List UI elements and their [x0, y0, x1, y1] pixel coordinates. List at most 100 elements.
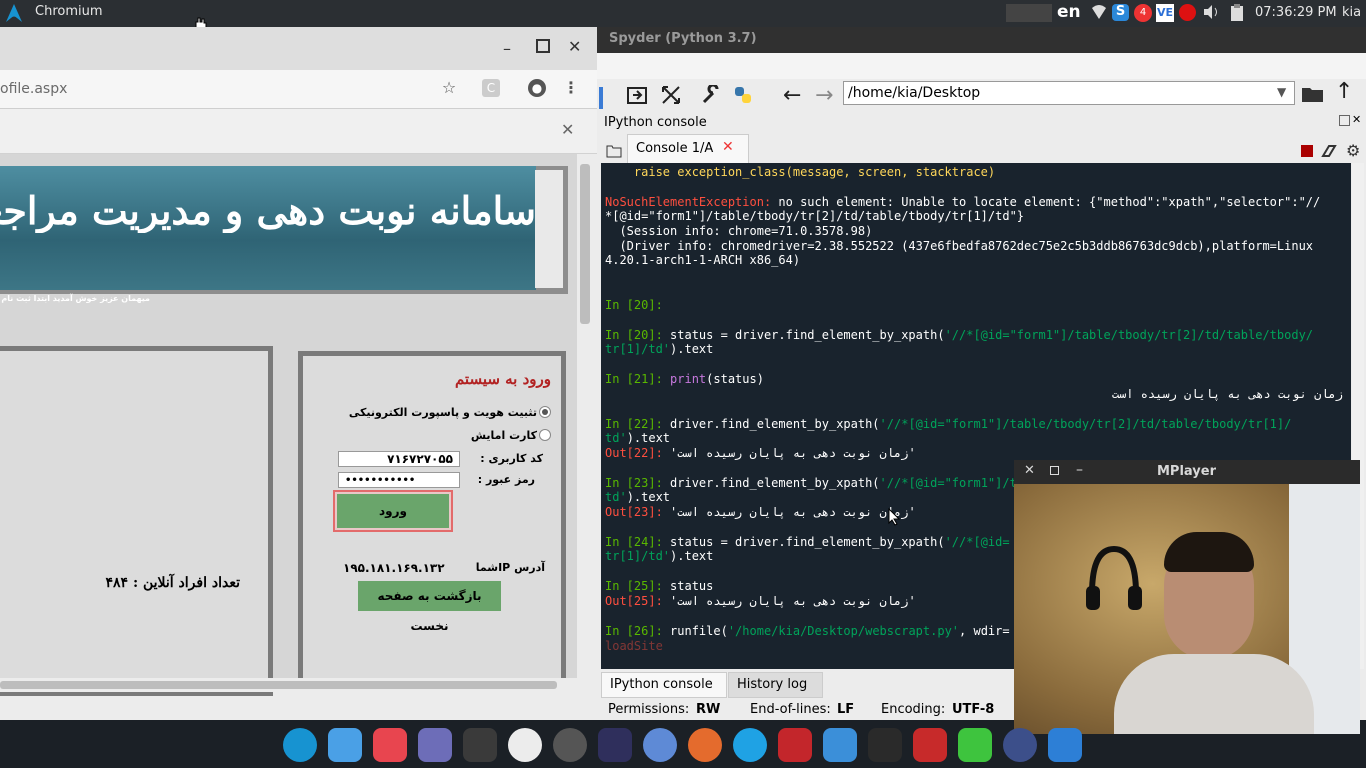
- profile-icon[interactable]: ●: [528, 79, 546, 97]
- dota-icon[interactable]: [913, 728, 947, 762]
- console-line: In [22]: driver.find_element_by_xpath('/…: [605, 417, 1291, 431]
- bookmark-star-icon[interactable]: ☆: [440, 79, 458, 97]
- option-card-radio[interactable]: [539, 429, 551, 441]
- record-tray-icon[interactable]: [1179, 4, 1196, 21]
- console-tab[interactable]: Console 1/A ✕: [627, 134, 749, 163]
- clipboard-icon[interactable]: [1230, 4, 1244, 22]
- person-hair: [1164, 532, 1254, 572]
- maximize-icon[interactable]: [536, 39, 550, 53]
- mplayer-maximize-icon[interactable]: [1050, 466, 1059, 475]
- arch-logo-icon[interactable]: [6, 4, 22, 22]
- console-tab-close-icon[interactable]: ✕: [722, 139, 734, 155]
- console-output: 'زمان نوبت دهی به پایان رسیده است': [662, 594, 916, 608]
- console-line: In [26]: runfile('/home/kia/Desktop/webs…: [605, 624, 1010, 638]
- console-prompt: In [22]:: [605, 417, 663, 431]
- infobar: ✕: [0, 109, 597, 154]
- browse-tabs-icon[interactable]: [606, 144, 622, 158]
- forward-arrow-icon[interactable]: →: [815, 83, 833, 108]
- top-panel: Chromium en S 4 VE 07:36:29 PM kia: [0, 0, 1366, 31]
- atom-icon[interactable]: [508, 728, 542, 762]
- menu-kebab-icon[interactable]: ⋮: [562, 79, 580, 97]
- skype-icon[interactable]: [733, 728, 767, 762]
- url-input[interactable]: ofile.aspx: [0, 81, 67, 97]
- close-icon[interactable]: ✕: [568, 37, 581, 56]
- path-dropdown-icon[interactable]: ▼: [1277, 85, 1286, 99]
- vpn-tray-icon[interactable]: VE: [1156, 4, 1174, 22]
- console-line: raise exception_class(message, screen, s…: [605, 165, 996, 179]
- login-button-frame: ورود: [333, 490, 453, 532]
- console-line: In [24]: status = driver.find_element_by…: [605, 535, 1010, 549]
- clear-console-icon[interactable]: [1321, 144, 1337, 158]
- clock[interactable]: 07:36:29 PM: [1255, 5, 1337, 23]
- code-string: td': [605, 431, 627, 445]
- pdf-reader-icon[interactable]: [778, 728, 812, 762]
- spyder-titlebar[interactable]: Spyder (Python 3.7): [597, 27, 1366, 53]
- network-tool-icon[interactable]: [553, 728, 587, 762]
- mplayer-minimize-icon[interactable]: –: [1076, 462, 1083, 478]
- parent-directory-icon[interactable]: ↑: [1335, 79, 1353, 104]
- python-path-icon[interactable]: [733, 85, 753, 105]
- mplayer-titlebar[interactable]: ✕ – MPlayer: [1014, 460, 1360, 484]
- mouse-cursor-icon: [888, 508, 901, 526]
- headphones-icon: [1086, 545, 1142, 610]
- page-horizontal-scrollbar[interactable]: [0, 678, 577, 692]
- skype-tray-icon[interactable]: S: [1112, 4, 1129, 21]
- console-line: NoSuchElementException: no such element:…: [605, 195, 1320, 209]
- terminal-icon[interactable]: [463, 728, 497, 762]
- wifi-icon[interactable]: [1091, 4, 1107, 22]
- tab-history-log[interactable]: History log: [728, 672, 823, 698]
- code: , wdir=: [959, 624, 1010, 638]
- mplayer-window: ✕ – MPlayer: [1014, 460, 1360, 734]
- login-button[interactable]: ورود: [337, 494, 449, 528]
- console-line: td').text: [605, 490, 670, 504]
- user-name[interactable]: kia: [1342, 5, 1361, 23]
- camera-icon[interactable]: [1048, 728, 1082, 762]
- active-window-title: Chromium: [35, 4, 103, 19]
- arch-launcher-icon[interactable]: [283, 728, 317, 762]
- file-manager-icon[interactable]: [418, 728, 452, 762]
- fullscreen-icon[interactable]: [661, 85, 681, 105]
- undock-pane-icon[interactable]: [1339, 115, 1350, 126]
- console-options-gear-icon[interactable]: ⚙: [1346, 141, 1360, 160]
- mplayer-close-icon[interactable]: ✕: [1024, 463, 1035, 478]
- tab-ipython-console[interactable]: IPython console: [601, 672, 727, 698]
- page-vertical-scrollbar[interactable]: [578, 154, 592, 678]
- mail-icon[interactable]: [373, 728, 407, 762]
- encoding-value: UTF-8: [952, 702, 995, 717]
- back-arrow-icon[interactable]: ←: [783, 83, 801, 108]
- preferences-wrench-icon[interactable]: [701, 85, 721, 105]
- working-directory-input[interactable]: /home/kia/Desktop: [843, 81, 1295, 105]
- notification-badge[interactable]: 4: [1134, 4, 1152, 22]
- document-editor-icon[interactable]: [823, 728, 857, 762]
- toggle-switch-icon[interactable]: [958, 728, 992, 762]
- media-player-icon[interactable]: [1003, 728, 1037, 762]
- console-line: In [25]: status: [605, 579, 713, 593]
- browse-folder-icon[interactable]: [1301, 85, 1325, 103]
- username-field[interactable]: ۷۱۶۷۲۷۰۵۵: [338, 451, 460, 467]
- close-pane-icon[interactable]: ✕: [1352, 113, 1361, 126]
- chromium-titlebar[interactable]: – ✕: [0, 27, 597, 70]
- keyboard-layout[interactable]: en: [1057, 2, 1081, 22]
- firefox-icon[interactable]: [688, 728, 722, 762]
- option-electronic-id-radio[interactable]: [539, 406, 551, 418]
- volume-icon[interactable]: [1203, 4, 1221, 22]
- console-prompt: In [23]:: [605, 476, 663, 490]
- eol-label: End-of-lines:: [750, 702, 831, 717]
- back-home-button[interactable]: بازگشت به صفحه نخست: [358, 581, 501, 633]
- code: status: [662, 579, 714, 593]
- infobar-close-icon[interactable]: ✕: [561, 120, 574, 139]
- extension-icon[interactable]: C: [482, 79, 500, 97]
- calculator-icon[interactable]: [328, 728, 362, 762]
- password-field[interactable]: •••••••••••: [338, 472, 460, 488]
- error-name: NoSuchElementException:: [605, 195, 772, 209]
- settings-tools-icon[interactable]: [868, 728, 902, 762]
- console-prompt: In [21]:: [605, 372, 663, 386]
- stop-kernel-icon[interactable]: [1301, 145, 1313, 157]
- maximize-pane-icon[interactable]: [627, 85, 647, 105]
- chromium-icon[interactable]: [643, 728, 677, 762]
- vscode-icon[interactable]: [598, 728, 632, 762]
- console-out-prompt: Out[23]:: [605, 505, 663, 519]
- tray-graph-icon[interactable]: [1006, 4, 1052, 22]
- minimize-icon[interactable]: –: [503, 39, 511, 58]
- console-line: Out[22]: 'زمان نوبت دهی به پایان رسیده ا…: [605, 446, 916, 460]
